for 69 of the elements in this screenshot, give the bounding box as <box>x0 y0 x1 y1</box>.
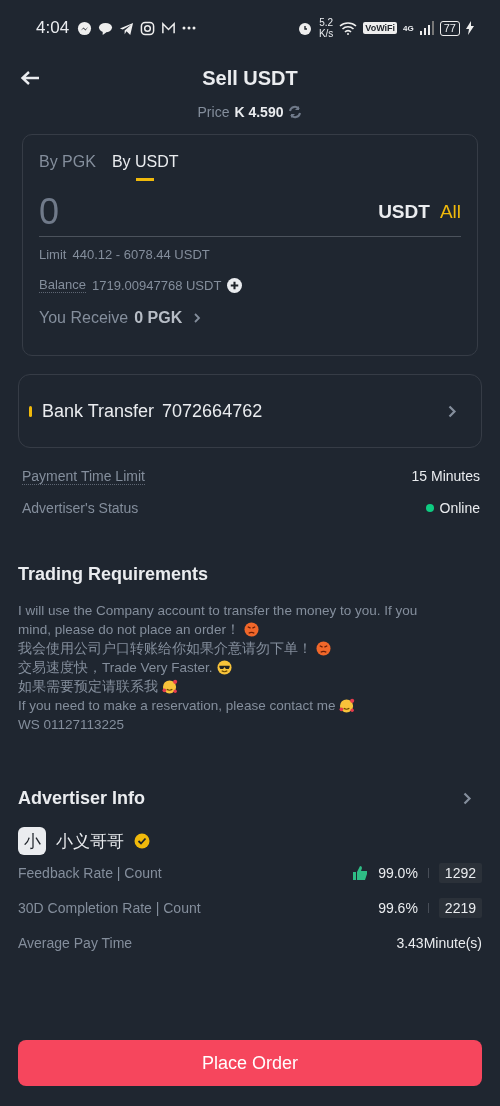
price-label: Price <box>197 104 230 120</box>
amount-input[interactable]: 0 <box>39 191 379 233</box>
all-button[interactable]: All <box>439 201 461 223</box>
stat-rate: 99.6% <box>378 899 418 916</box>
speed-unit: K/s <box>318 28 334 39</box>
limit-label: Limit <box>39 247 67 262</box>
payment-method-card[interactable]: Bank Transfer 7072664762 <box>18 374 482 448</box>
price-value: K 4.590 <box>234 104 284 120</box>
requirement-text: 我会使用公司户口转账给你如果介意请勿下单！ <box>18 641 312 656</box>
avatar: 小 <box>18 827 46 855</box>
requirement-text: I will use the Company account to transfer the money to you. If you <box>18 603 418 618</box>
battery-level: 77 <box>439 20 460 36</box>
status-time: 4:04 <box>36 18 70 38</box>
alarm-icon <box>296 20 313 36</box>
mail-icon <box>161 20 177 36</box>
stat-label: 30D Completion Rate | Count <box>18 899 201 916</box>
refresh-icon[interactable] <box>288 105 303 119</box>
back-arrow-icon[interactable] <box>20 70 40 86</box>
network-speed: 5.2 <box>319 17 334 28</box>
limit-value: 440.12 - 6078.44 USDT <box>72 247 210 262</box>
signal-icon <box>419 21 434 35</box>
info-label: Advertiser's Status <box>22 500 139 516</box>
info-label: Payment Time Limit <box>22 467 145 485</box>
hearts-emoji-icon <box>162 679 178 694</box>
receive-label: You Receive <box>39 309 129 327</box>
info-value: Online <box>439 500 480 516</box>
network-type: 4G <box>403 23 414 33</box>
balance-value: 1719.00947768 USDT <box>92 277 222 293</box>
info-value: 15 Minutes <box>411 468 480 484</box>
chevron-right-icon[interactable] <box>448 404 457 418</box>
add-icon[interactable] <box>227 277 243 293</box>
sunglasses-emoji-icon <box>216 660 232 675</box>
angry-emoji-icon <box>316 641 331 656</box>
chevron-right-icon[interactable] <box>194 313 202 323</box>
requirement-text: 如果需要预定请联系我 <box>18 679 158 694</box>
advertiser-name[interactable]: 小义哥哥 <box>56 829 124 853</box>
requirement-text: 交易速度快，Trade Very Faster. <box>18 660 213 675</box>
chat-bubble-icon <box>98 20 114 36</box>
balance-label: Balance <box>39 277 86 293</box>
account-number: 7072664762 <box>162 400 263 422</box>
chevron-right-icon[interactable] <box>463 792 472 805</box>
payment-method: Bank Transfer <box>42 400 155 422</box>
more-icon <box>182 26 197 30</box>
thumbs-up-icon <box>353 865 369 880</box>
angry-emoji-icon <box>243 622 259 637</box>
stat-rate: 99.0% <box>378 864 418 881</box>
instagram-icon <box>140 20 156 36</box>
wifi-icon <box>339 21 358 35</box>
stat-value: 3.43Minute(s) <box>396 934 482 951</box>
section-title: Trading Requirements <box>18 564 210 585</box>
receive-value: 0 PGK <box>134 309 183 327</box>
hearts-emoji-icon <box>339 698 356 713</box>
method-marker <box>29 405 32 417</box>
tab[interactable]: By PGK <box>39 149 96 184</box>
section-title: Advertiser Info <box>18 788 146 809</box>
currency-label: USDT <box>378 201 430 223</box>
telegram-icon <box>119 20 135 36</box>
requirement-text: mind, please do not place an order！ <box>18 622 240 637</box>
stat-label: Average Pay Time <box>18 934 133 951</box>
stat-count: 1292 <box>438 862 482 883</box>
requirement-text: WS 01127113225 <box>18 717 125 732</box>
page-title: Sell USDT <box>202 66 298 90</box>
messenger-icon <box>77 20 93 36</box>
place-order-button[interactable]: Place Order <box>18 1040 482 1086</box>
vowifi-badge: VoWiFi <box>363 22 398 34</box>
charging-icon <box>466 21 474 35</box>
stat-label: Feedback Rate | Count <box>18 864 162 881</box>
stat-count: 2219 <box>438 897 482 918</box>
requirement-text: If you need to make a reservation, please contact me <box>18 698 336 713</box>
